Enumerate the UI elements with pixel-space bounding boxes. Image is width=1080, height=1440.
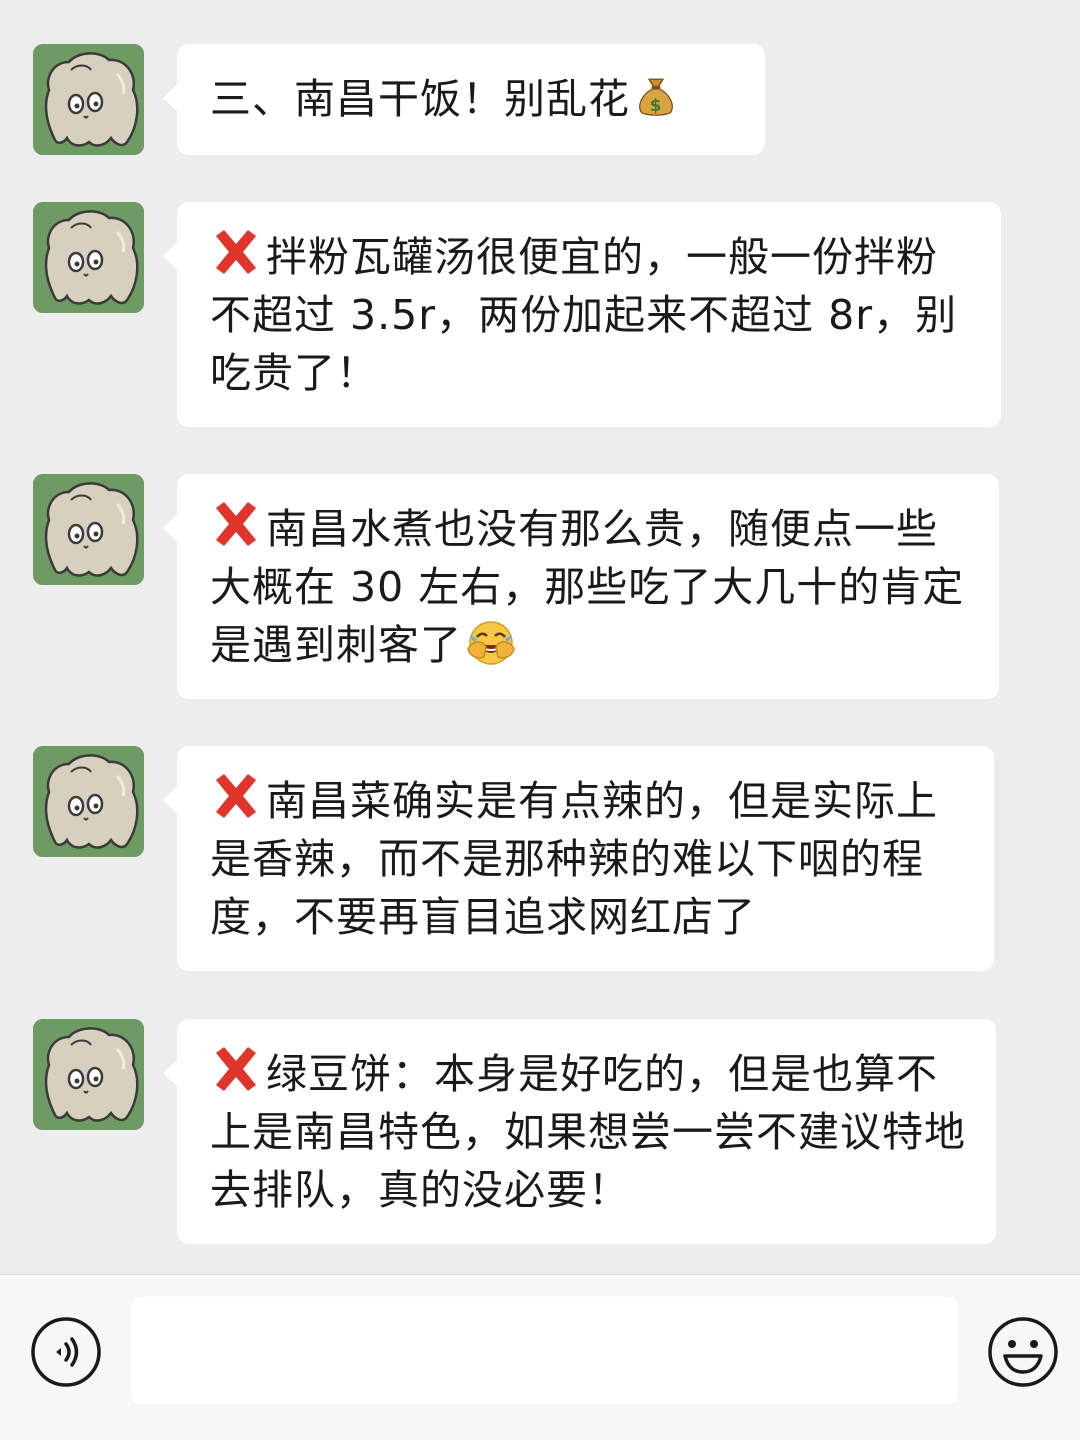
avatar[interactable]	[33, 746, 144, 857]
money-bag-icon: $	[639, 78, 673, 116]
message-text: 南昌菜确实是有点辣的，但是实际上是香辣，而不是那种辣的难以下咽的程度，不要再盲目…	[210, 777, 938, 941]
crying-laughing-face-icon	[467, 621, 515, 665]
voice-input-icon[interactable]	[30, 1316, 102, 1388]
message-bubble[interactable]: 三、南昌干饭！别乱花 $	[163, 44, 765, 155]
message-text: 三、南昌干饭！别乱花	[210, 75, 630, 123]
message-bubble[interactable]: 南昌菜确实是有点辣的，但是实际上是香辣，而不是那种辣的难以下咽的程度，不要再盲目…	[163, 746, 994, 971]
red-x-icon	[210, 770, 262, 822]
avatar[interactable]	[33, 202, 144, 313]
red-x-icon	[210, 498, 262, 550]
red-x-icon	[210, 1043, 262, 1095]
message-text: 拌粉瓦罐汤很便宜的，一般一份拌粉不超过 3.5r，两份加起来不超过 8r，别吃贵…	[210, 233, 958, 397]
message-bubble[interactable]: 拌粉瓦罐汤很便宜的，一般一份拌粉不超过 3.5r，两份加起来不超过 8r，别吃贵…	[163, 202, 1001, 427]
message-input[interactable]	[131, 1297, 958, 1404]
message-text: 南昌水煮也没有那么贵，随便点一些大概在 30 左右，那些吃了大几十的肯定是遇到刺…	[210, 505, 965, 669]
smiley-face-icon[interactable]	[987, 1316, 1059, 1388]
avatar[interactable]	[33, 474, 144, 585]
svg-text:$: $	[650, 95, 663, 115]
chat-message-list[interactable]: 三、南昌干饭！别乱花 $ 拌粉瓦罐汤很便宜的，一般一份拌粉不超过 3.5r，两份…	[0, 0, 1080, 1274]
chat-input-bar	[0, 1274, 1080, 1440]
message-text: 绿豆饼：本身是好吃的，但是也算不上是南昌特色，如果想尝一尝不建议特地去排队，真的…	[210, 1050, 966, 1214]
message-bubble[interactable]: 绿豆饼：本身是好吃的，但是也算不上是南昌特色，如果想尝一尝不建议特地去排队，真的…	[163, 1019, 996, 1244]
red-x-icon	[210, 226, 262, 278]
avatar[interactable]	[33, 1019, 144, 1130]
message-bubble[interactable]: 南昌水煮也没有那么贵，随便点一些大概在 30 左右，那些吃了大几十的肯定是遇到刺…	[163, 474, 999, 699]
avatar[interactable]	[33, 44, 144, 155]
